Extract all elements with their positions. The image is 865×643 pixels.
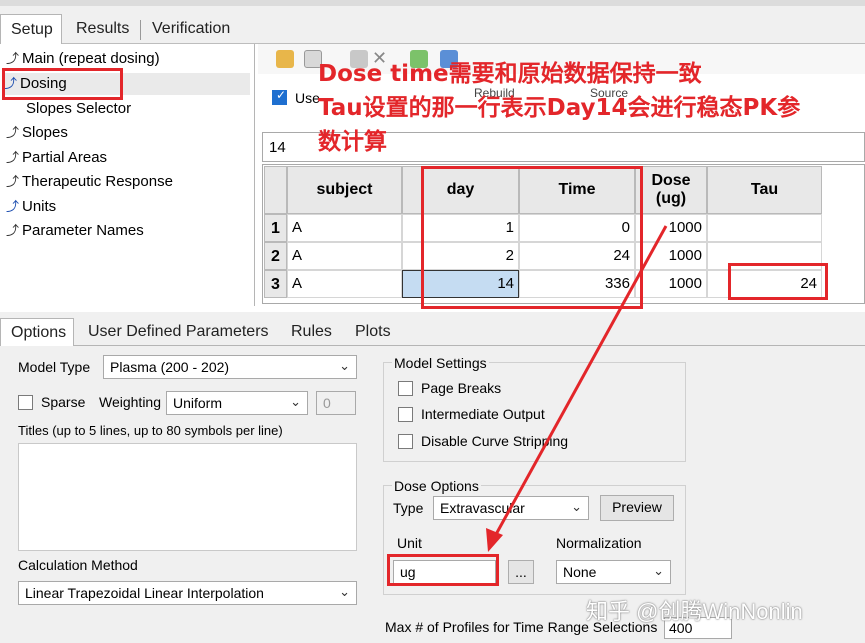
watermark: 知乎 @创腾WinNonlin	[586, 599, 803, 624]
annotation-arrow	[486, 225, 668, 552]
